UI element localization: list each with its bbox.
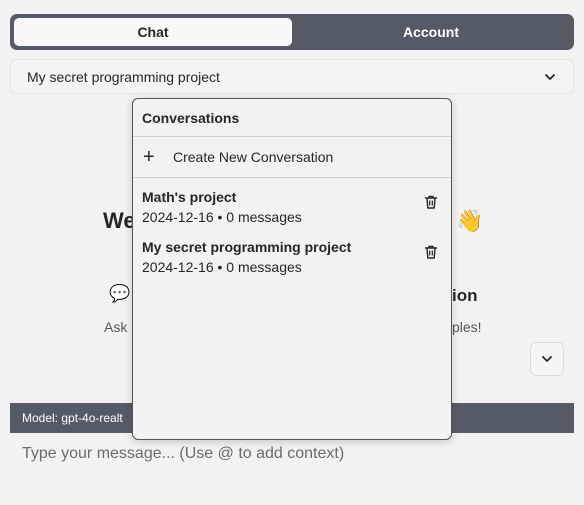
tab-chat[interactable]: Chat	[14, 18, 292, 46]
create-conversation-label: Create New Conversation	[173, 149, 334, 165]
main-tabs: Chat Account	[10, 14, 574, 50]
conversations-dropdown: Conversations + Create New Conversation …	[132, 98, 452, 440]
feature-heading: ion	[452, 286, 478, 305]
plus-icon: +	[143, 146, 155, 168]
conversation-meta: 2024-12-16 • 0 messages	[142, 209, 302, 225]
conversation-item[interactable]: Math's project 2024-12-16 • 0 messages	[133, 181, 451, 231]
conversation-title: Math's project	[142, 189, 237, 205]
dropdown-header: Conversations	[133, 99, 451, 137]
tab-account[interactable]: Account	[292, 18, 570, 46]
feature-description-end: ples!	[452, 319, 482, 335]
create-conversation-button[interactable]: + Create New Conversation	[133, 137, 451, 178]
conversation-selector[interactable]: My secret programming project	[10, 59, 574, 94]
conversation-title: My secret programming project	[142, 239, 352, 255]
chevron-down-icon	[545, 73, 555, 80]
conversation-item[interactable]: My secret programming project 2024-12-16…	[133, 231, 451, 281]
scroll-down-button[interactable]	[530, 342, 564, 376]
welcome-title: We	[103, 208, 136, 233]
speech-bubble-icon: 💬	[109, 284, 131, 303]
selected-conversation-label: My secret programming project	[27, 68, 220, 85]
message-input[interactable]	[22, 445, 562, 463]
trash-icon[interactable]	[423, 244, 439, 260]
message-composer	[10, 433, 574, 493]
feature-description-start: Ask	[104, 319, 128, 335]
conversation-meta: 2024-12-16 • 0 messages	[142, 259, 302, 275]
trash-icon[interactable]	[423, 194, 439, 210]
wave-emoji: 👋	[456, 208, 484, 233]
model-label: Model: gpt-4o-realt	[22, 411, 123, 425]
chevron-down-icon	[542, 356, 552, 362]
